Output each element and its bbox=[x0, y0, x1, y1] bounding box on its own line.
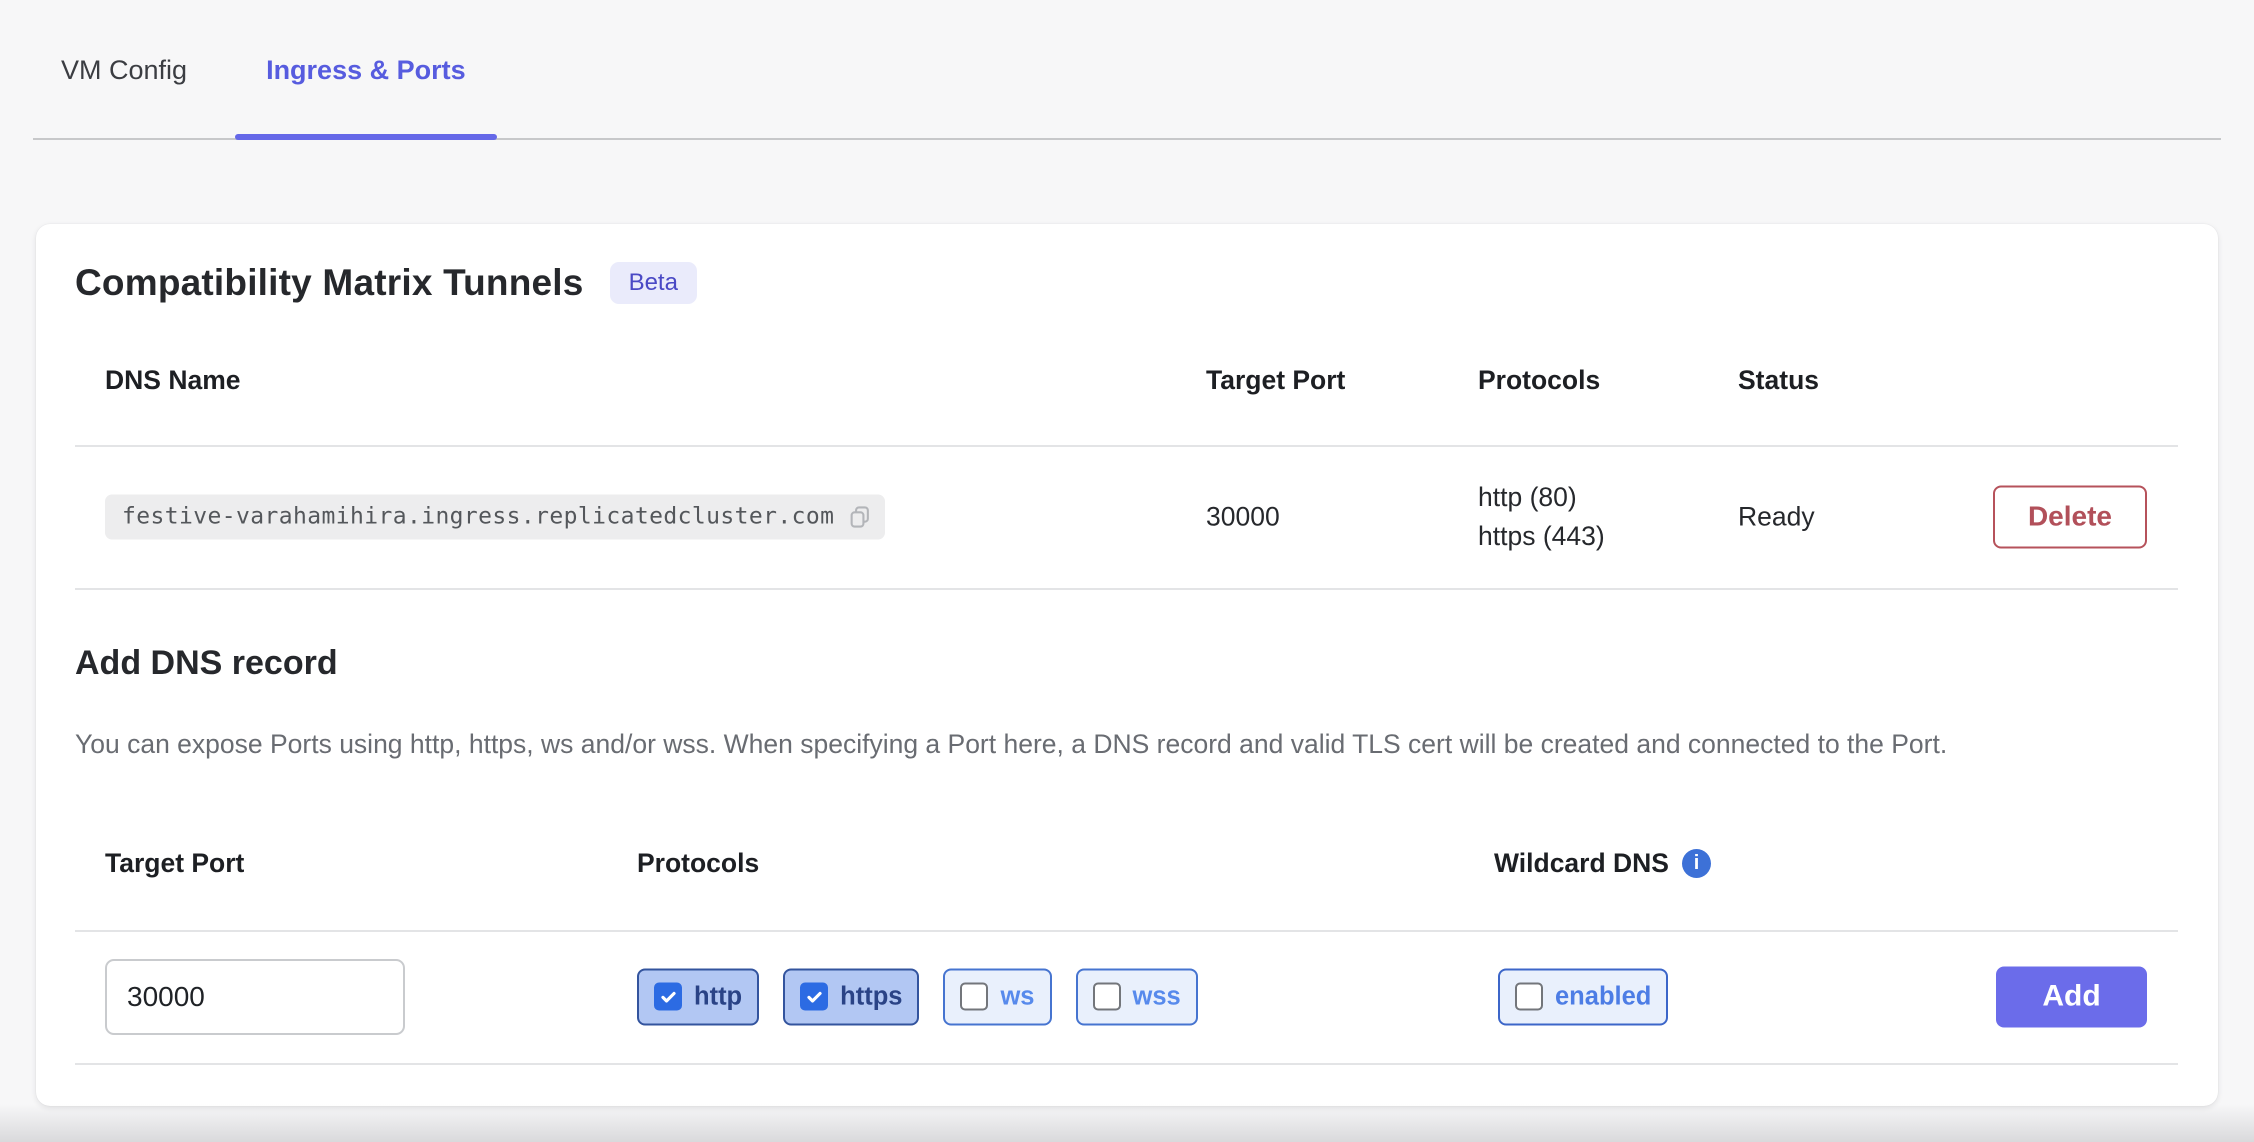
protocol-checkbox-http[interactable]: http bbox=[637, 968, 759, 1025]
delete-button[interactable]: Delete bbox=[1993, 485, 2147, 548]
status-badge: Ready bbox=[1738, 501, 1815, 532]
checkbox-icon[interactable] bbox=[800, 983, 828, 1011]
tab-bar: VM Config Ingress & Ports bbox=[33, 0, 497, 140]
protocol-checkbox-label: ws bbox=[1000, 982, 1034, 1011]
checkbox-icon[interactable] bbox=[1093, 983, 1121, 1011]
dns-name-pill: festive-varahamihira.ingress.replicatedc… bbox=[105, 494, 885, 539]
add-dns-record-description: You can expose Ports using http, https, … bbox=[75, 724, 2060, 764]
add-button[interactable]: Add bbox=[1996, 966, 2147, 1027]
column-header-dns-name: DNS Name bbox=[105, 358, 241, 402]
target-port-input[interactable] bbox=[105, 959, 405, 1035]
wildcard-enabled-checkbox[interactable]: enabled bbox=[1498, 968, 1668, 1025]
protocol-entry: http (80) bbox=[1478, 478, 1605, 517]
panel-title-row: Compatibility Matrix Tunnels Beta bbox=[75, 262, 697, 304]
divider bbox=[75, 1063, 2178, 1065]
table-row: festive-varahamihira.ingress.replicatedc… bbox=[36, 445, 2218, 588]
copy-icon[interactable] bbox=[847, 503, 872, 530]
column-header-status: Status bbox=[1738, 358, 1819, 402]
protocol-checkbox-ws[interactable]: ws bbox=[943, 968, 1051, 1025]
bottom-scroll-shadow bbox=[0, 1104, 2254, 1142]
column-header-protocols: Protocols bbox=[1478, 358, 1600, 402]
info-icon[interactable]: i bbox=[1682, 849, 1711, 878]
tunnels-panel: Compatibility Matrix Tunnels Beta DNS Na… bbox=[36, 224, 2218, 1106]
protocol-checkbox-https[interactable]: https bbox=[783, 968, 919, 1025]
table-header-row: DNS Name Target Port Protocols Status bbox=[36, 358, 2218, 402]
protocol-checkbox-label: wss bbox=[1133, 982, 1181, 1011]
form-label-target-port: Target Port bbox=[105, 841, 244, 885]
wildcard-checkbox-label: enabled bbox=[1555, 982, 1651, 1011]
form-label-wildcard-dns: Wildcard DNS i bbox=[1494, 841, 1711, 885]
dns-name-value: festive-varahamihira.ingress.replicatedc… bbox=[122, 504, 834, 530]
page-title: Compatibility Matrix Tunnels bbox=[75, 262, 584, 304]
wildcard-dns-label-text: Wildcard DNS bbox=[1494, 841, 1669, 885]
divider bbox=[75, 588, 2178, 590]
tab-ingress-ports[interactable]: Ingress & Ports bbox=[235, 0, 497, 140]
form-label-protocols: Protocols bbox=[637, 841, 759, 885]
beta-badge: Beta bbox=[610, 262, 697, 304]
page: VM Config Ingress & Ports Compatibility … bbox=[0, 0, 2254, 1142]
protocol-checkbox-label: http bbox=[694, 982, 742, 1011]
tab-vm-config[interactable]: VM Config bbox=[33, 0, 215, 140]
add-dns-record-heading: Add DNS record bbox=[75, 644, 338, 683]
cell-protocols: http (80) https (443) bbox=[1478, 478, 1605, 556]
form-label-row: Target Port Protocols Wildcard DNS i bbox=[36, 841, 2218, 885]
cell-target-port: 30000 bbox=[1206, 501, 1280, 532]
column-header-target-port: Target Port bbox=[1206, 358, 1345, 402]
checkbox-icon[interactable] bbox=[960, 983, 988, 1011]
protocol-checkbox-wss[interactable]: wss bbox=[1076, 968, 1198, 1025]
checkbox-icon[interactable] bbox=[654, 983, 682, 1011]
protocol-checkbox-group: http https ws bbox=[637, 968, 1198, 1025]
protocol-checkbox-label: https bbox=[840, 982, 902, 1011]
checkbox-icon[interactable] bbox=[1515, 983, 1543, 1011]
add-dns-form-row: http https ws bbox=[36, 930, 2218, 1063]
protocol-entry: https (443) bbox=[1478, 517, 1605, 556]
